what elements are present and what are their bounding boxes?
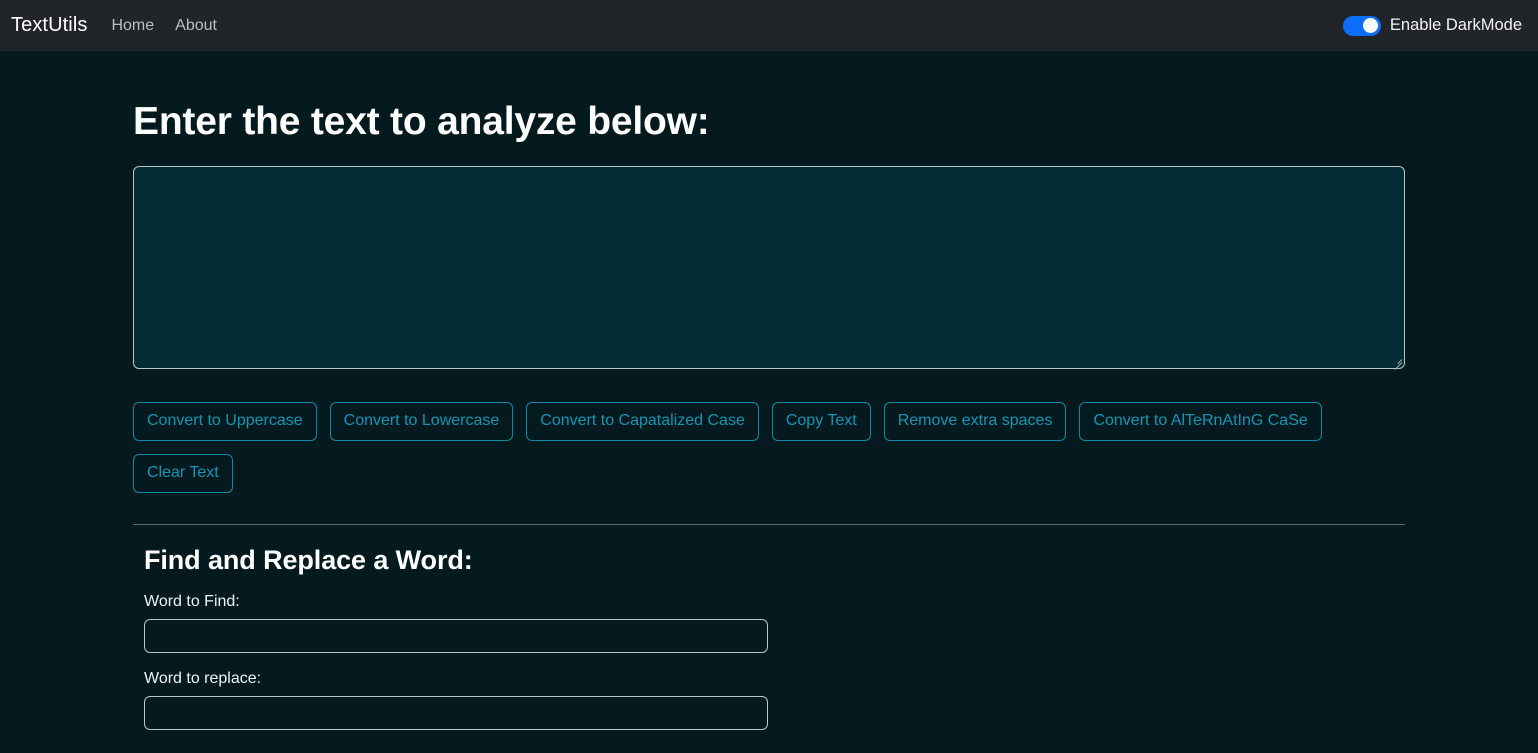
main-container: Enter the text to analyze below: Convert… — [133, 51, 1405, 753]
clear-text-button[interactable]: Clear Text — [133, 454, 233, 493]
word-to-find-input[interactable] — [144, 619, 768, 653]
navbar: TextUtils Home About Enable DarkMode — [0, 0, 1538, 51]
word-to-replace-label: Word to replace: — [144, 670, 262, 687]
remove-extra-spaces-button[interactable]: Remove extra spaces — [883, 402, 1067, 441]
action-button-row: Convert to Uppercase Convert to Lowercas… — [133, 402, 1405, 493]
page-title: Enter the text to analyze below: — [133, 100, 710, 143]
text-input-area[interactable] — [133, 166, 1405, 369]
word-to-find-label: Word to Find: — [144, 593, 240, 610]
darkmode-switch[interactable] — [1342, 15, 1381, 36]
section-divider — [133, 524, 1405, 525]
darkmode-switch-label: Enable DarkMode — [1389, 16, 1522, 34]
copy-text-button[interactable]: Copy Text — [771, 402, 871, 441]
editor-wrapper — [133, 166, 1405, 370]
word-to-replace-input[interactable] — [144, 696, 768, 730]
convert-to-uppercase-button[interactable]: Convert to Uppercase — [133, 402, 317, 441]
find-replace-title: Find and Replace a Word: — [144, 545, 473, 575]
darkmode-switch-knob — [1362, 18, 1378, 33]
find-and-replace-section: Find and Replace a Word: Word to Find: W… — [133, 545, 1405, 753]
convert-to-alternating-case-button[interactable]: Convert to AlTeRnAtInG CaSe — [1079, 402, 1322, 441]
nav-link-home[interactable]: Home — [111, 17, 154, 35]
convert-to-capitalized-case-button[interactable]: Convert to Capatalized Case — [526, 402, 759, 441]
navbar-brand[interactable]: TextUtils — [11, 14, 87, 37]
darkmode-toggle-group[interactable]: Enable DarkMode — [1342, 0, 1522, 51]
nav-link-about[interactable]: About — [175, 17, 217, 35]
convert-to-lowercase-button[interactable]: Convert to Lowercase — [329, 402, 514, 441]
navbar-links: Home About — [111, 17, 217, 35]
text-form-section: Enter the text to analyze below: Convert… — [133, 51, 1405, 753]
